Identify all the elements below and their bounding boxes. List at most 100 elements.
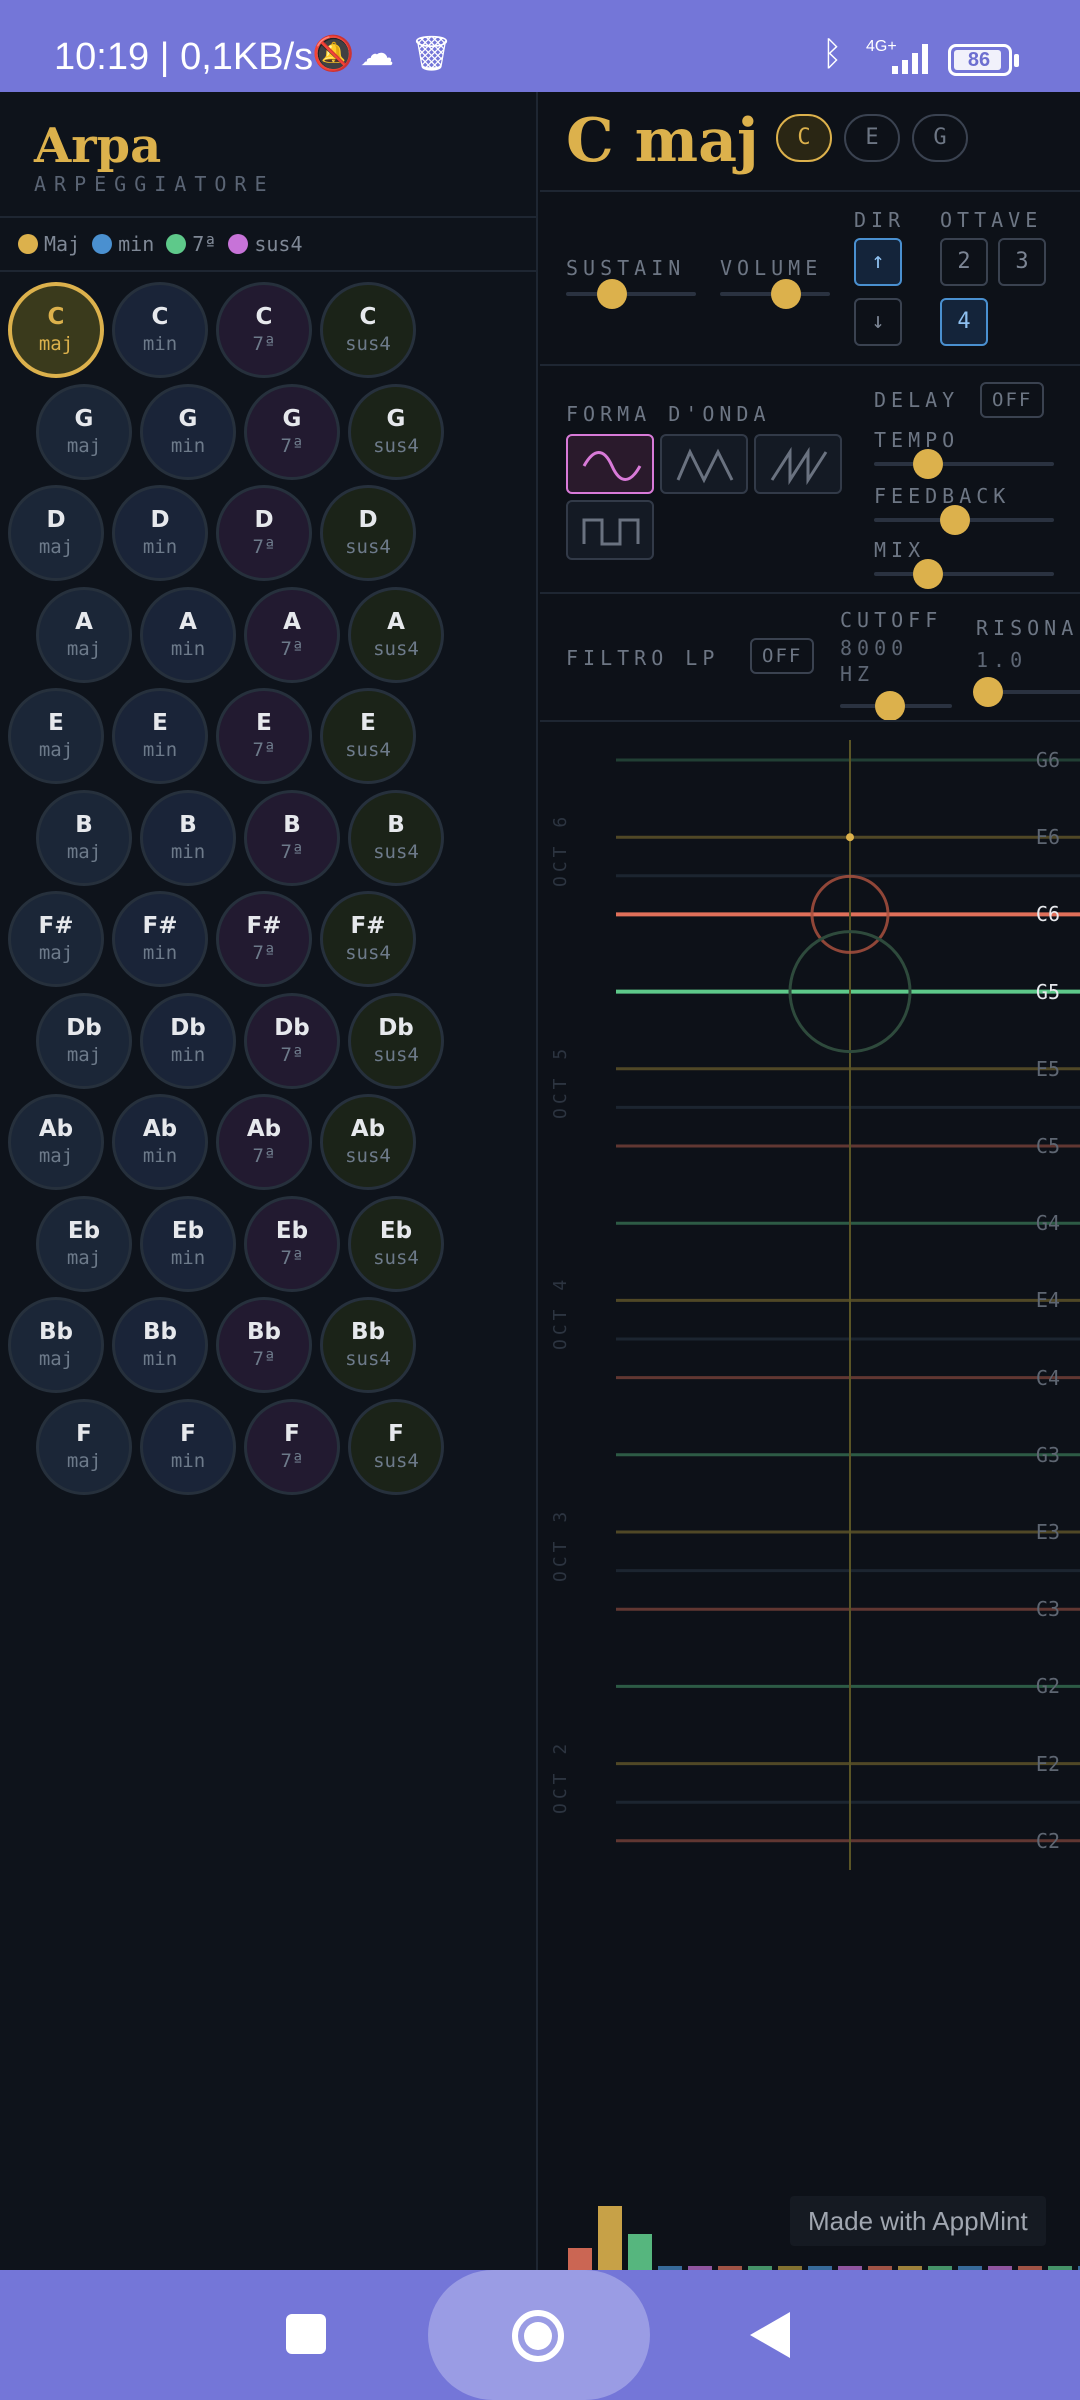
mix-slider[interactable] <box>874 559 1054 589</box>
dir-down-button[interactable]: ↓ <box>854 298 902 346</box>
chord-button[interactable]: Bb sus4 <box>320 1297 416 1393</box>
sustain-knob[interactable] <box>596 279 627 309</box>
back-button[interactable] <box>748 2310 792 2360</box>
chord-button[interactable]: D 7ª <box>216 485 312 581</box>
chord-button[interactable]: Db sus4 <box>348 992 444 1089</box>
octave-4-button[interactable]: 4 <box>940 298 988 346</box>
filter-toggle[interactable]: OFF <box>750 638 815 674</box>
chord-button[interactable]: Amin <box>140 586 236 683</box>
chord-button[interactable]: Bb 7ª <box>216 1297 312 1393</box>
chord-button[interactable]: Dmin <box>112 485 208 581</box>
octave-3-button[interactable]: 3 <box>998 238 1046 286</box>
chord-button[interactable]: Csus4 <box>320 282 416 378</box>
chord-quality: 7ª <box>252 1145 276 1167</box>
feedback-knob[interactable] <box>940 505 970 535</box>
chord-button[interactable]: E 7ª <box>216 688 312 784</box>
chord-quality: 7ª <box>252 942 276 964</box>
home-button[interactable] <box>512 2310 564 2362</box>
chord-button[interactable]: Bb min <box>112 1297 208 1393</box>
harp-canvas[interactable] <box>540 720 1080 1890</box>
chord-button[interactable]: Dsus4 <box>320 485 416 581</box>
chord-button[interactable]: Cmaj <box>8 282 104 378</box>
resonance-knob[interactable] <box>973 677 1003 707</box>
mix-knob[interactable] <box>913 559 943 589</box>
chord-button[interactable]: Db 7ª <box>244 992 340 1089</box>
chord-button[interactable]: Dmaj <box>8 485 104 581</box>
chord-button[interactable]: Bb maj <box>8 1297 104 1393</box>
cutoff-slider[interactable] <box>840 691 952 721</box>
feedback-slider[interactable] <box>874 505 1054 535</box>
waveform-sine-button[interactable] <box>566 434 654 494</box>
chord-button[interactable]: Ab maj <box>8 1094 104 1190</box>
octave-2-button[interactable]: 2 <box>940 238 988 286</box>
chord-button[interactable]: Asus4 <box>348 586 444 683</box>
waveform-triangle-button[interactable] <box>660 434 748 494</box>
sustain-label: SUSTAIN <box>566 256 686 280</box>
chord-button[interactable]: Bsus4 <box>348 789 444 886</box>
chord-quality: sus4 <box>345 536 391 558</box>
chord-button[interactable]: Eb min <box>140 1195 236 1292</box>
chord-button[interactable]: Bmin <box>140 789 236 886</box>
waveform-square-button[interactable] <box>566 500 654 560</box>
chord-button[interactable]: Db maj <box>36 992 132 1089</box>
chord-button[interactable]: Eb 7ª <box>244 1195 340 1292</box>
note-pill-g[interactable]: G <box>912 114 968 162</box>
chord-button[interactable]: Emaj <box>8 688 104 784</box>
chord-button[interactable]: Fsus4 <box>348 1398 444 1495</box>
chord-root: Bb <box>351 1319 385 1345</box>
chord-button[interactable]: Eb sus4 <box>348 1195 444 1292</box>
chord-quality: min <box>142 333 178 355</box>
chord-button[interactable]: Gmin <box>140 383 236 480</box>
recents-button[interactable] <box>286 2314 326 2354</box>
chord-button[interactable]: F# 7ª <box>216 891 312 987</box>
chord-button[interactable]: F# min <box>112 891 208 987</box>
chord-root: G <box>386 405 406 432</box>
chord-button[interactable]: Gmaj <box>36 383 132 480</box>
cutoff-value: 8000 <box>840 636 909 660</box>
chord-root: Bb <box>247 1319 281 1345</box>
chord-root: D <box>46 507 66 533</box>
sustain-slider[interactable] <box>566 279 696 309</box>
resonance-slider[interactable] <box>973 677 1080 707</box>
chord-quality: min <box>142 1145 178 1167</box>
octave-label: OCT 5 <box>550 1044 571 1119</box>
chord-button[interactable]: Ab 7ª <box>216 1094 312 1190</box>
chord-button[interactable]: Fmaj <box>36 1398 132 1495</box>
volume-knob[interactable] <box>771 279 801 309</box>
chord-root: F <box>284 1420 300 1447</box>
note-pill-c[interactable]: C <box>776 114 832 162</box>
battery-icon: 86 <box>948 44 1019 76</box>
chord-button[interactable]: Ab sus4 <box>320 1094 416 1190</box>
chord-button[interactable]: Eb maj <box>36 1195 132 1292</box>
chord-button[interactable]: A 7ª <box>244 586 340 683</box>
chord-button[interactable]: B 7ª <box>244 789 340 886</box>
chord-root: F# <box>350 913 386 939</box>
chord-root: D <box>358 507 378 533</box>
note-pill-e[interactable]: E <box>844 114 900 162</box>
tempo-knob[interactable] <box>913 449 943 479</box>
chord-button[interactable]: Cmin <box>112 282 208 378</box>
chord-button[interactable]: Esus4 <box>320 688 416 784</box>
harp-strings[interactable]: G6 E6 C6 G5 E5 C5 G4 E4 C4 G3 E3 C3 G2 E2 C2 OCT 6 OCT 5… <box>540 720 1080 1890</box>
chord-quality: maj <box>38 536 74 558</box>
chord-button[interactable]: Bmaj <box>36 789 132 886</box>
chord-button[interactable]: Db min <box>140 992 236 1089</box>
chord-button[interactable]: Gsus4 <box>348 383 444 480</box>
cutoff-knob[interactable] <box>875 691 906 721</box>
chord-button[interactable]: Amaj <box>36 586 132 683</box>
chord-button[interactable]: C 7ª <box>216 282 312 378</box>
chord-button[interactable]: F 7ª <box>244 1398 340 1495</box>
volume-slider[interactable] <box>720 279 830 309</box>
chord-button[interactable]: Emin <box>112 688 208 784</box>
chord-button[interactable]: F# maj <box>8 891 104 987</box>
string-label: C5 <box>1035 1134 1060 1158</box>
octave-label: OCT 6 <box>550 813 571 888</box>
delay-toggle[interactable]: OFF <box>980 382 1045 418</box>
waveform-sawtooth-button[interactable] <box>754 434 842 494</box>
chord-button[interactable]: F# sus4 <box>320 891 416 987</box>
chord-button[interactable]: G 7ª <box>244 383 340 480</box>
dir-up-button[interactable]: ↑ <box>854 238 902 286</box>
chord-button[interactable]: Ab min <box>112 1094 208 1190</box>
tempo-slider[interactable] <box>874 449 1054 479</box>
chord-button[interactable]: Fmin <box>140 1398 236 1495</box>
